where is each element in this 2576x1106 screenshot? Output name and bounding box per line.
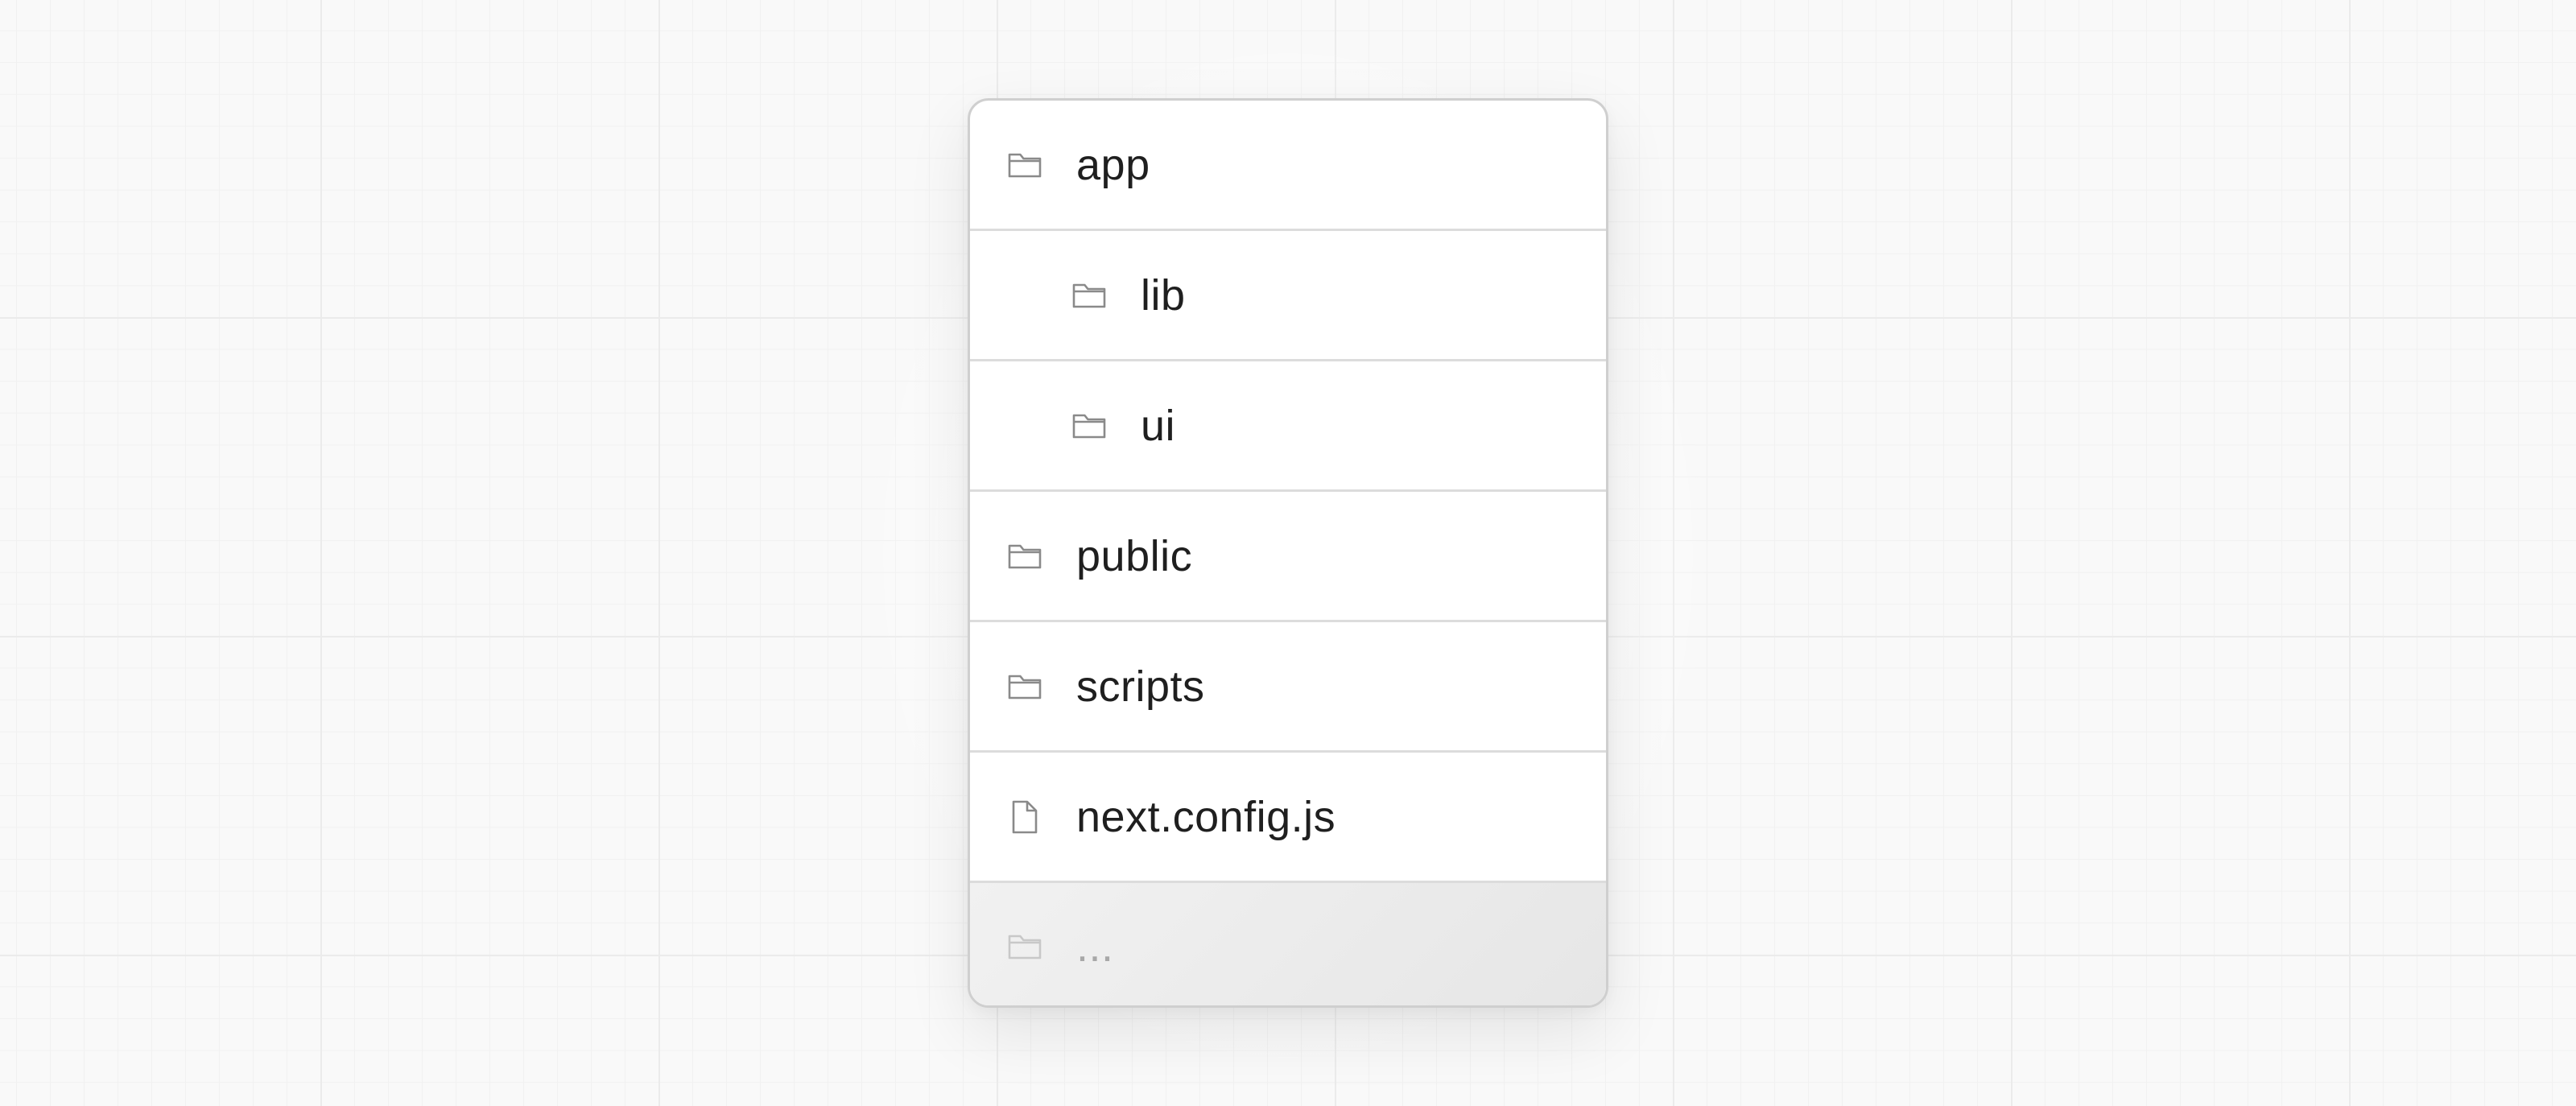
folder-icon [1005,927,1044,966]
folder-icon [1070,276,1108,315]
folder-icon [1005,667,1044,706]
folder-icon [1005,537,1044,576]
file-icon [1005,798,1044,836]
tree-item-more[interactable]: ... [970,883,1606,1005]
tree-item-label: scripts [1076,662,1205,711]
tree-item-label: lib [1141,270,1186,320]
tree-item-label: ... [1076,922,1114,971]
tree-item-scripts[interactable]: scripts [970,622,1606,753]
file-tree: app lib ui public scripts next.config.js… [968,98,1608,1008]
tree-item-label: ui [1141,401,1176,450]
tree-item-app[interactable]: app [970,101,1606,231]
tree-item-label: next.config.js [1076,792,1336,841]
tree-item-public[interactable]: public [970,492,1606,622]
tree-item-next-config[interactable]: next.config.js [970,753,1606,883]
folder-icon [1005,146,1044,184]
tree-item-lib[interactable]: lib [970,231,1606,361]
tree-item-label: public [1076,531,1193,580]
tree-item-label: app [1076,140,1150,189]
folder-icon [1070,406,1108,445]
tree-item-ui[interactable]: ui [970,361,1606,492]
